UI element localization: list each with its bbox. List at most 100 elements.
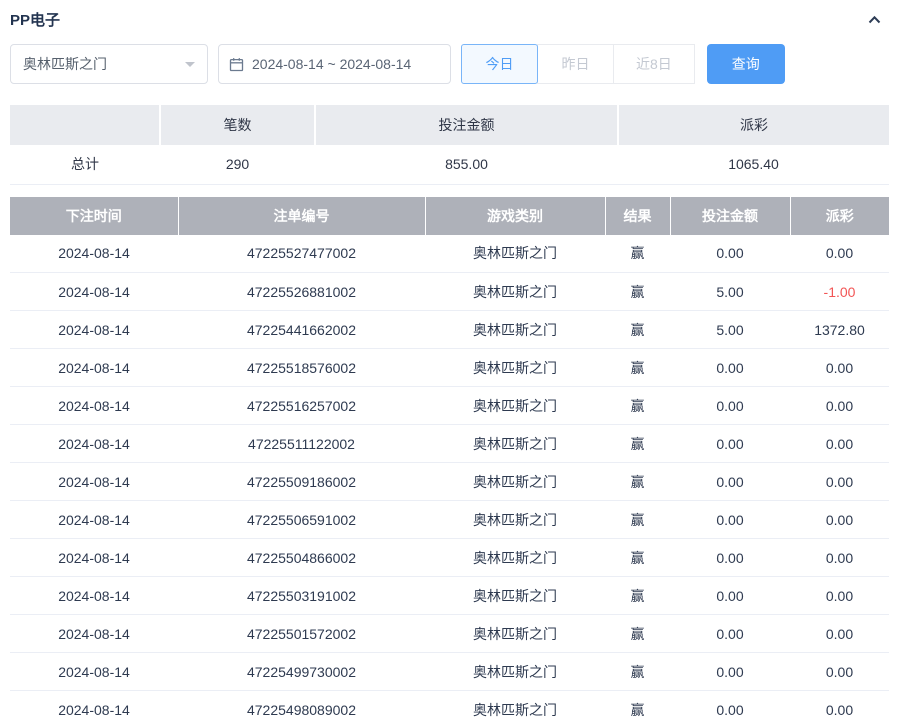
payout-cell: 0.00 — [790, 691, 889, 721]
result-cell: 赢 — [605, 539, 670, 577]
summary-total-payout: 1065.40 — [618, 145, 889, 184]
summary-header-count: 笔数 — [160, 105, 315, 145]
bet-id-cell: 47225527477002 — [178, 235, 425, 273]
game-type-cell: 奥林匹斯之门 — [425, 691, 605, 721]
bet-id-cell: 47225498089002 — [178, 691, 425, 721]
summary-header-bet-amount: 投注金额 — [315, 105, 618, 145]
bet-id-cell: 47225518576002 — [178, 349, 425, 387]
header-payout: 派彩 — [790, 197, 889, 235]
table-row: 2024-08-1447225509186002奥林匹斯之门赢0.000.00 — [10, 463, 889, 501]
bet-time-cell: 2024-08-14 — [10, 539, 178, 577]
last-8-days-button[interactable]: 近8日 — [613, 44, 695, 84]
table-row: 2024-08-1447225499730002奥林匹斯之门赢0.000.00 — [10, 653, 889, 691]
bet-time-cell: 2024-08-14 — [10, 501, 178, 539]
table-row: 2024-08-1447225503191002奥林匹斯之门赢0.000.00 — [10, 577, 889, 615]
game-select[interactable]: 奥林匹斯之门 — [10, 44, 208, 84]
game-type-cell: 奥林匹斯之门 — [425, 577, 605, 615]
header-bet-id: 注单编号 — [178, 197, 425, 235]
payout-cell: 0.00 — [790, 387, 889, 425]
date-range-input[interactable]: 2024-08-14 ~ 2024-08-14 — [218, 44, 451, 84]
table-row: 2024-08-1447225518576002奥林匹斯之门赢0.000.00 — [10, 349, 889, 387]
bet-id-cell: 47225441662002 — [178, 311, 425, 349]
summary-header-blank — [10, 105, 160, 145]
bet-time-cell: 2024-08-14 — [10, 691, 178, 721]
table-row: 2024-08-1447225526881002奥林匹斯之门赢5.00-1.00 — [10, 273, 889, 311]
game-type-cell: 奥林匹斯之门 — [425, 425, 605, 463]
bet-amount-cell: 0.00 — [670, 577, 790, 615]
bet-amount-cell: 0.00 — [670, 349, 790, 387]
bets-header-row: 下注时间 注单编号 游戏类别 结果 投注金额 派彩 — [10, 197, 889, 235]
pp-electronic-panel: PP电子 奥林匹斯之门 2024-08-14 ~ 2024-08-14 今日 昨… — [0, 0, 899, 721]
payout-cell: 0.00 — [790, 539, 889, 577]
result-cell: 赢 — [605, 311, 670, 349]
payout-cell: 0.00 — [790, 425, 889, 463]
calendar-icon — [229, 57, 244, 72]
game-select-value: 奥林匹斯之门 — [23, 54, 107, 74]
payout-cell: -1.00 — [790, 273, 889, 311]
table-row: 2024-08-1447225506591002奥林匹斯之门赢0.000.00 — [10, 501, 889, 539]
bet-amount-cell: 5.00 — [670, 273, 790, 311]
result-cell: 赢 — [605, 463, 670, 501]
bet-amount-cell: 0.00 — [670, 539, 790, 577]
bet-amount-cell: 0.00 — [670, 615, 790, 653]
bet-time-cell: 2024-08-14 — [10, 653, 178, 691]
bet-time-cell: 2024-08-14 — [10, 387, 178, 425]
result-cell: 赢 — [605, 425, 670, 463]
result-cell: 赢 — [605, 273, 670, 311]
today-button[interactable]: 今日 — [461, 44, 538, 84]
page-title: PP电子 — [10, 9, 60, 30]
bet-amount-cell: 0.00 — [670, 387, 790, 425]
bet-time-cell: 2024-08-14 — [10, 463, 178, 501]
bet-amount-cell: 0.00 — [670, 235, 790, 273]
bet-id-cell: 47225516257002 — [178, 387, 425, 425]
bet-amount-cell: 0.00 — [670, 691, 790, 721]
payout-cell: 0.00 — [790, 235, 889, 273]
game-type-cell: 奥林匹斯之门 — [425, 653, 605, 691]
table-row: 2024-08-1447225511122002奥林匹斯之门赢0.000.00 — [10, 425, 889, 463]
date-range-value: 2024-08-14 ~ 2024-08-14 — [252, 56, 411, 72]
result-cell: 赢 — [605, 577, 670, 615]
table-row: 2024-08-1447225498089002奥林匹斯之门赢0.000.00 — [10, 691, 889, 721]
bet-time-cell: 2024-08-14 — [10, 349, 178, 387]
bet-time-cell: 2024-08-14 — [10, 577, 178, 615]
result-cell: 赢 — [605, 653, 670, 691]
bet-amount-cell: 5.00 — [670, 311, 790, 349]
search-button[interactable]: 查询 — [707, 44, 785, 84]
quick-date-button-group: 今日 昨日 近8日 — [461, 44, 695, 84]
bet-id-cell: 47225503191002 — [178, 577, 425, 615]
payout-cell: 0.00 — [790, 577, 889, 615]
result-cell: 赢 — [605, 615, 670, 653]
chevron-up-icon — [866, 12, 883, 28]
payout-cell: 0.00 — [790, 653, 889, 691]
table-row: 2024-08-1447225501572002奥林匹斯之门赢0.000.00 — [10, 615, 889, 653]
yesterday-button[interactable]: 昨日 — [537, 44, 614, 84]
summary-table: 笔数 投注金额 派彩 总计 290 855.00 1065.40 — [10, 105, 889, 185]
game-type-cell: 奥林匹斯之门 — [425, 235, 605, 273]
game-type-cell: 奥林匹斯之门 — [425, 349, 605, 387]
collapse-panel-button[interactable] — [864, 10, 885, 30]
summary-total-row: 总计 290 855.00 1065.40 — [10, 145, 889, 184]
table-row: 2024-08-1447225527477002奥林匹斯之门赢0.000.00 — [10, 235, 889, 273]
bet-time-cell: 2024-08-14 — [10, 311, 178, 349]
game-type-cell: 奥林匹斯之门 — [425, 273, 605, 311]
bet-id-cell: 47225526881002 — [178, 273, 425, 311]
game-type-cell: 奥林匹斯之门 — [425, 463, 605, 501]
result-cell: 赢 — [605, 387, 670, 425]
summary-total-label: 总计 — [10, 145, 160, 184]
bet-time-cell: 2024-08-14 — [10, 615, 178, 653]
bets-table-body: 2024-08-1447225527477002奥林匹斯之门赢0.000.002… — [10, 235, 889, 721]
panel-header: PP电子 — [0, 0, 899, 34]
header-game-type: 游戏类别 — [425, 197, 605, 235]
bet-id-cell: 47225499730002 — [178, 653, 425, 691]
summary-total-count: 290 — [160, 145, 315, 184]
payout-cell: 0.00 — [790, 349, 889, 387]
game-type-cell: 奥林匹斯之门 — [425, 501, 605, 539]
table-row: 2024-08-1447225504866002奥林匹斯之门赢0.000.00 — [10, 539, 889, 577]
bet-time-cell: 2024-08-14 — [10, 425, 178, 463]
payout-cell: 0.00 — [790, 463, 889, 501]
bet-id-cell: 47225509186002 — [178, 463, 425, 501]
summary-header-payout: 派彩 — [618, 105, 889, 145]
chevron-down-icon — [185, 62, 195, 72]
bet-id-cell: 47225511122002 — [178, 425, 425, 463]
bet-id-cell: 47225501572002 — [178, 615, 425, 653]
